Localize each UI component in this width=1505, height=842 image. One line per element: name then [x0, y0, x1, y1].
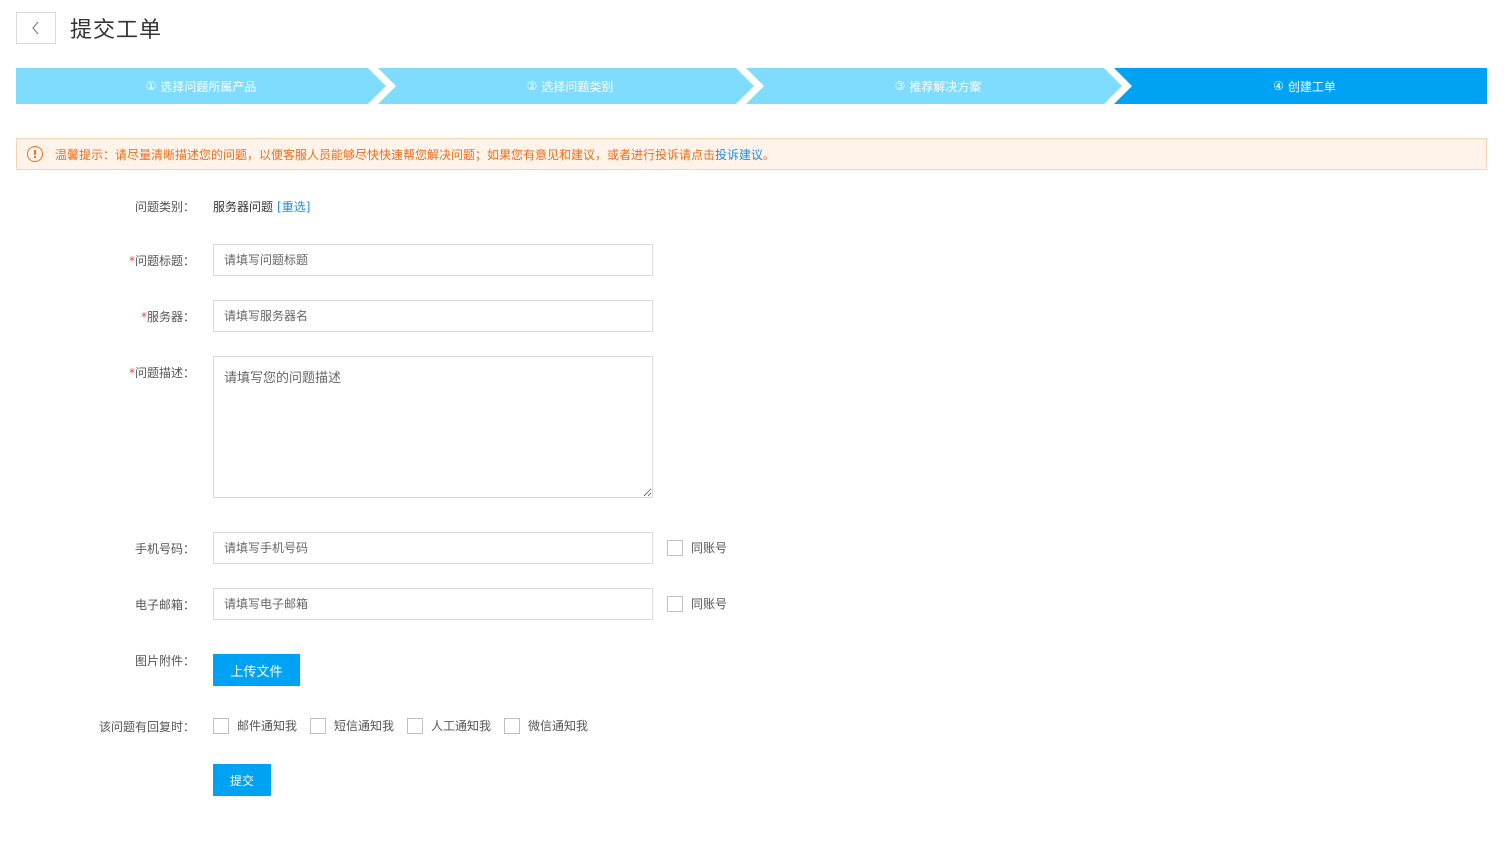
back-button[interactable] — [16, 12, 56, 44]
step-2-label: 选择问题类别 — [541, 79, 614, 94]
step-3: ③ 推荐解决方案 — [754, 68, 1122, 104]
email-label: 电子邮箱： — [134, 598, 195, 612]
category-value: 服务器问题 — [213, 200, 274, 214]
submit-button[interactable]: 提交 — [213, 764, 271, 796]
step-2-number: ② — [526, 79, 538, 93]
attachment-label: 图片附件： — [134, 654, 195, 668]
notify-sms-checkbox[interactable]: 短信通知我 — [310, 717, 394, 734]
step-3-number: ③ — [894, 79, 906, 93]
category-label: 问题类别： — [134, 200, 195, 214]
description-label-wrap: *问题描述： — [0, 364, 197, 381]
notify-email-checkbox[interactable]: 邮件通知我 — [213, 717, 297, 734]
reselect-link[interactable]: [重选] — [277, 200, 310, 214]
notify-wechat-checkbox[interactable]: 微信通知我 — [504, 717, 588, 734]
tip-message: 温馨提示：请尽量清晰描述您的问题，以便客服人员能够尽快快速帮您解决问题；如果您有… — [55, 147, 716, 162]
step-1-number: ① — [145, 79, 157, 93]
notify-email-label: 邮件通知我 — [237, 719, 298, 733]
description-textarea[interactable] — [213, 356, 653, 498]
notify-manual-label: 人工通知我 — [431, 719, 492, 733]
warning-tip: ! 温馨提示：请尽量清晰描述您的问题，以便客服人员能够尽快快速帮您解决问题；如果… — [16, 138, 1487, 170]
server-input[interactable] — [213, 300, 653, 332]
step-1: ① 选择问题所属产品 — [16, 68, 386, 104]
exclamation-circle-icon: ! — [27, 146, 43, 162]
checkbox-box[interactable] — [667, 539, 683, 556]
server-label: 服务器： — [146, 310, 195, 324]
tip-suffix: 。 — [763, 147, 776, 162]
notify-sms-label: 短信通知我 — [334, 719, 395, 733]
email-same-account-checkbox[interactable]: 同账号 — [667, 595, 727, 612]
progress-steps: ① 选择问题所属产品 ② 选择问题类别 ③ 推荐解决方案 ④ 创建工单 — [16, 68, 1487, 104]
page-header: 提交工单 — [16, 12, 162, 44]
phone-label: 手机号码： — [134, 542, 195, 556]
notify-wechat-label: 微信通知我 — [528, 719, 589, 733]
chevron-left-icon — [32, 21, 39, 35]
notify-manual-checkbox[interactable]: 人工通知我 — [407, 717, 491, 734]
step-4-number: ④ — [1273, 79, 1284, 93]
step-4: ④ 创建工单 — [1122, 68, 1487, 104]
checkbox-box[interactable] — [213, 717, 229, 734]
step-1-label: 选择问题所属产品 — [160, 79, 257, 94]
title-label: 问题标题： — [134, 254, 195, 268]
title-input[interactable] — [213, 244, 653, 276]
category-value-wrap: 服务器问题 [重选] — [213, 198, 310, 215]
tip-text: 温馨提示：请尽量清晰描述您的问题，以便客服人员能够尽快快速帮您解决问题；如果您有… — [55, 146, 775, 163]
email-same-account-label: 同账号 — [691, 597, 728, 611]
upload-file-button[interactable]: 上传文件 — [213, 654, 300, 686]
phone-same-account-checkbox[interactable]: 同账号 — [667, 539, 727, 556]
description-label: 问题描述： — [134, 366, 195, 380]
complaint-link[interactable]: 投诉建议 — [715, 148, 763, 162]
step-2: ② 选择问题类别 — [386, 68, 754, 104]
title-label-wrap: *问题标题： — [0, 252, 197, 269]
checkbox-box[interactable] — [504, 717, 520, 734]
phone-input[interactable] — [213, 532, 653, 564]
page-title: 提交工单 — [70, 18, 163, 43]
email-input[interactable] — [213, 588, 653, 620]
step-4-label: 创建工单 — [1287, 79, 1336, 94]
notify-label: 该问题有回复时： — [98, 720, 195, 734]
checkbox-box[interactable] — [407, 717, 423, 734]
step-3-label: 推荐解决方案 — [909, 79, 982, 94]
server-label-wrap: *服务器： — [0, 308, 197, 325]
checkbox-box[interactable] — [310, 717, 326, 734]
checkbox-box[interactable] — [667, 595, 683, 612]
phone-same-account-label: 同账号 — [691, 541, 728, 555]
